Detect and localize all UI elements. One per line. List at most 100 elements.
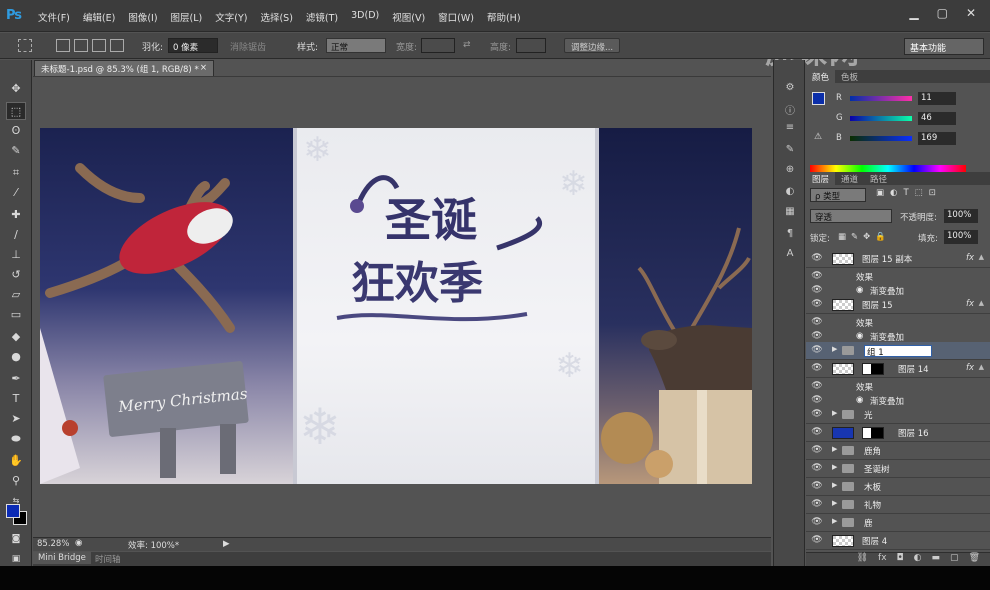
visibility-eye-icon[interactable]: 👁 <box>810 535 824 547</box>
refine-edge-button[interactable]: 调整边缘... <box>564 38 621 53</box>
expand-effects-icon[interactable]: ▲ <box>979 253 984 261</box>
opacity-input[interactable]: 100% <box>944 209 978 223</box>
visibility-eye-icon[interactable]: 👁 <box>810 463 824 475</box>
menu-edit[interactable]: 编辑(E) <box>83 10 115 24</box>
blur-tool-icon[interactable]: ◆ <box>6 328 26 346</box>
intersect-selection-icon[interactable] <box>110 39 124 52</box>
layer-row[interactable]: 👁 ▶ 鹿角 <box>806 442 990 460</box>
visibility-eye-icon[interactable]: 👁 <box>810 253 824 265</box>
fx-badge[interactable]: fx <box>966 253 974 263</box>
move-tool-icon[interactable]: ✥ <box>6 80 26 98</box>
menu-select[interactable]: 选择(S) <box>260 10 292 24</box>
layer-kind-filter[interactable]: ρ 类型 <box>810 188 866 202</box>
tab-layers[interactable]: 图层 <box>806 172 836 185</box>
gradient-tool-icon[interactable]: ▭ <box>6 306 26 324</box>
tab-paths[interactable]: 路径 <box>864 172 894 185</box>
layer-row[interactable]: 👁 ▶ 鹿 <box>806 514 990 532</box>
document-tab[interactable]: 未标题-1.psd @ 85.3% (组 1, RGB/8) * × <box>34 60 214 76</box>
layer-row[interactable]: 👁 图层 4 <box>806 532 990 550</box>
close-tab-icon[interactable]: × <box>200 63 207 73</box>
clone-source-icon[interactable]: ⊕ <box>782 164 798 178</box>
quick-select-tool-icon[interactable]: ✎ <box>6 142 26 160</box>
eraser-tool-icon[interactable]: ▱ <box>6 286 26 304</box>
history-panel-icon[interactable]: ⚙ <box>782 82 798 96</box>
brush-panel-icon[interactable]: ✎ <box>782 144 798 158</box>
new-group-icon[interactable]: ▬ <box>932 553 941 566</box>
link-layers-icon[interactable]: ⛓ <box>857 553 868 566</box>
green-slider[interactable]: G 46 <box>836 112 990 126</box>
style-select[interactable]: 正常 <box>326 38 386 53</box>
visibility-eye-icon[interactable]: 👁 <box>810 345 824 357</box>
layer-row[interactable]: 👁 ▶ 圣诞树 <box>806 460 990 478</box>
visibility-eye-icon[interactable]: 👁 <box>810 517 824 529</box>
menu-3d[interactable]: 3D(D) <box>351 10 379 24</box>
layer-row[interactable]: 👁 ▶ 木板 <box>806 478 990 496</box>
expand-effects-icon[interactable]: ▲ <box>979 363 984 371</box>
expand-arrow-icon[interactable]: ▶ <box>832 481 837 489</box>
adjustment-layer-icon[interactable]: ◐ <box>914 553 922 566</box>
fill-input[interactable]: 100% <box>944 230 978 244</box>
styles-icon[interactable]: ▦ <box>782 206 798 220</box>
layer-mask-thumbnail[interactable] <box>862 363 884 375</box>
visibility-eye-icon[interactable]: 👁 <box>810 409 824 421</box>
quick-mask-icon[interactable]: ◙ <box>6 530 26 548</box>
red-slider[interactable]: R 11 <box>836 92 990 106</box>
menu-layer[interactable]: 图层(L) <box>171 10 203 24</box>
visibility-eye-icon[interactable]: 👁 <box>810 481 824 493</box>
layer-row[interactable]: 👁 图层 14 fx ▲ <box>806 360 990 378</box>
lock-icons[interactable]: ▦✎✥🔒 <box>838 232 891 246</box>
stamp-tool-icon[interactable]: ⊥ <box>6 246 26 264</box>
status-menu-icon[interactable]: ◉ <box>75 538 82 548</box>
visibility-eye-icon[interactable]: 👁 <box>810 499 824 511</box>
add-mask-icon[interactable]: ◘ <box>897 553 904 566</box>
tab-swatches[interactable]: 色板 <box>835 70 865 83</box>
info-panel-icon[interactable]: ⓘ <box>782 102 798 117</box>
menu-type[interactable]: 文字(Y) <box>215 10 247 24</box>
fx-badge[interactable]: fx <box>966 299 974 309</box>
tab-color[interactable]: 颜色 <box>806 70 836 83</box>
expand-arrow-icon[interactable]: ▶ <box>832 409 837 417</box>
marquee-preset-icon[interactable] <box>18 39 32 52</box>
visibility-eye-icon[interactable]: 👁 <box>810 445 824 457</box>
layer-row[interactable]: 👁 图层 16 <box>806 424 990 442</box>
filter-icons[interactable]: ▣◐T⬚⊡ <box>876 188 942 202</box>
close-icon[interactable]: ✕ <box>966 6 976 20</box>
workspace-select[interactable]: 基本功能 <box>904 38 984 55</box>
blend-mode-select[interactable]: 穿透 <box>810 209 892 223</box>
subtract-selection-icon[interactable] <box>92 39 106 52</box>
blue-value[interactable]: 169 <box>918 132 956 145</box>
path-select-tool-icon[interactable]: ➤ <box>6 410 26 428</box>
fx-badge[interactable]: fx <box>966 363 974 373</box>
layer-effect-row[interactable]: 👁 ◉ 渐变叠加 <box>806 282 990 297</box>
type-tool-icon[interactable]: T <box>6 390 26 408</box>
visibility-eye-icon[interactable]: 👁 <box>810 299 824 311</box>
layer-row[interactable]: 👁 ▶ 光 <box>806 406 990 424</box>
menu-image[interactable]: 图像(I) <box>128 10 157 24</box>
menu-window[interactable]: 窗口(W) <box>438 10 474 24</box>
feather-input[interactable]: 0 像素 <box>168 38 218 53</box>
visibility-eye-icon[interactable]: 👁 <box>810 427 824 439</box>
red-value[interactable]: 11 <box>918 92 956 105</box>
tab-channels[interactable]: 通道 <box>835 172 865 185</box>
restore-icon[interactable]: ▢ <box>937 6 948 20</box>
new-layer-icon[interactable]: ▢ <box>950 553 959 566</box>
layer-row[interactable]: 👁 图层 15 fx ▲ <box>806 296 990 314</box>
history-brush-tool-icon[interactable]: ↺ <box>6 266 26 284</box>
width-input[interactable] <box>421 38 455 53</box>
layer-mask-thumbnail[interactable] <box>862 427 884 439</box>
shape-tool-icon[interactable]: ⬬ <box>6 430 26 448</box>
layer-effect-row[interactable]: 👁 ◉ 渐变叠加 <box>806 328 990 343</box>
expand-arrow-icon[interactable]: ▶ <box>832 517 837 525</box>
minimize-icon[interactable]: ▁ <box>909 6 918 20</box>
layer-row[interactable]: 👁 ▶ 礼物 <box>806 496 990 514</box>
expand-arrow-icon[interactable]: ▶ <box>832 499 837 507</box>
character-icon[interactable]: A <box>782 248 798 262</box>
layer-row[interactable]: 👁 ▶ 组 1 <box>806 342 990 360</box>
new-selection-icon[interactable] <box>56 39 70 52</box>
height-input[interactable] <box>516 38 546 53</box>
fx-icon[interactable]: fx <box>878 553 887 566</box>
delete-layer-icon[interactable]: 🗑 <box>969 553 980 566</box>
swap-icon[interactable]: ⇄ <box>463 40 471 50</box>
foreground-color-swatch[interactable] <box>6 504 20 518</box>
menu-view[interactable]: 视图(V) <box>392 10 425 24</box>
